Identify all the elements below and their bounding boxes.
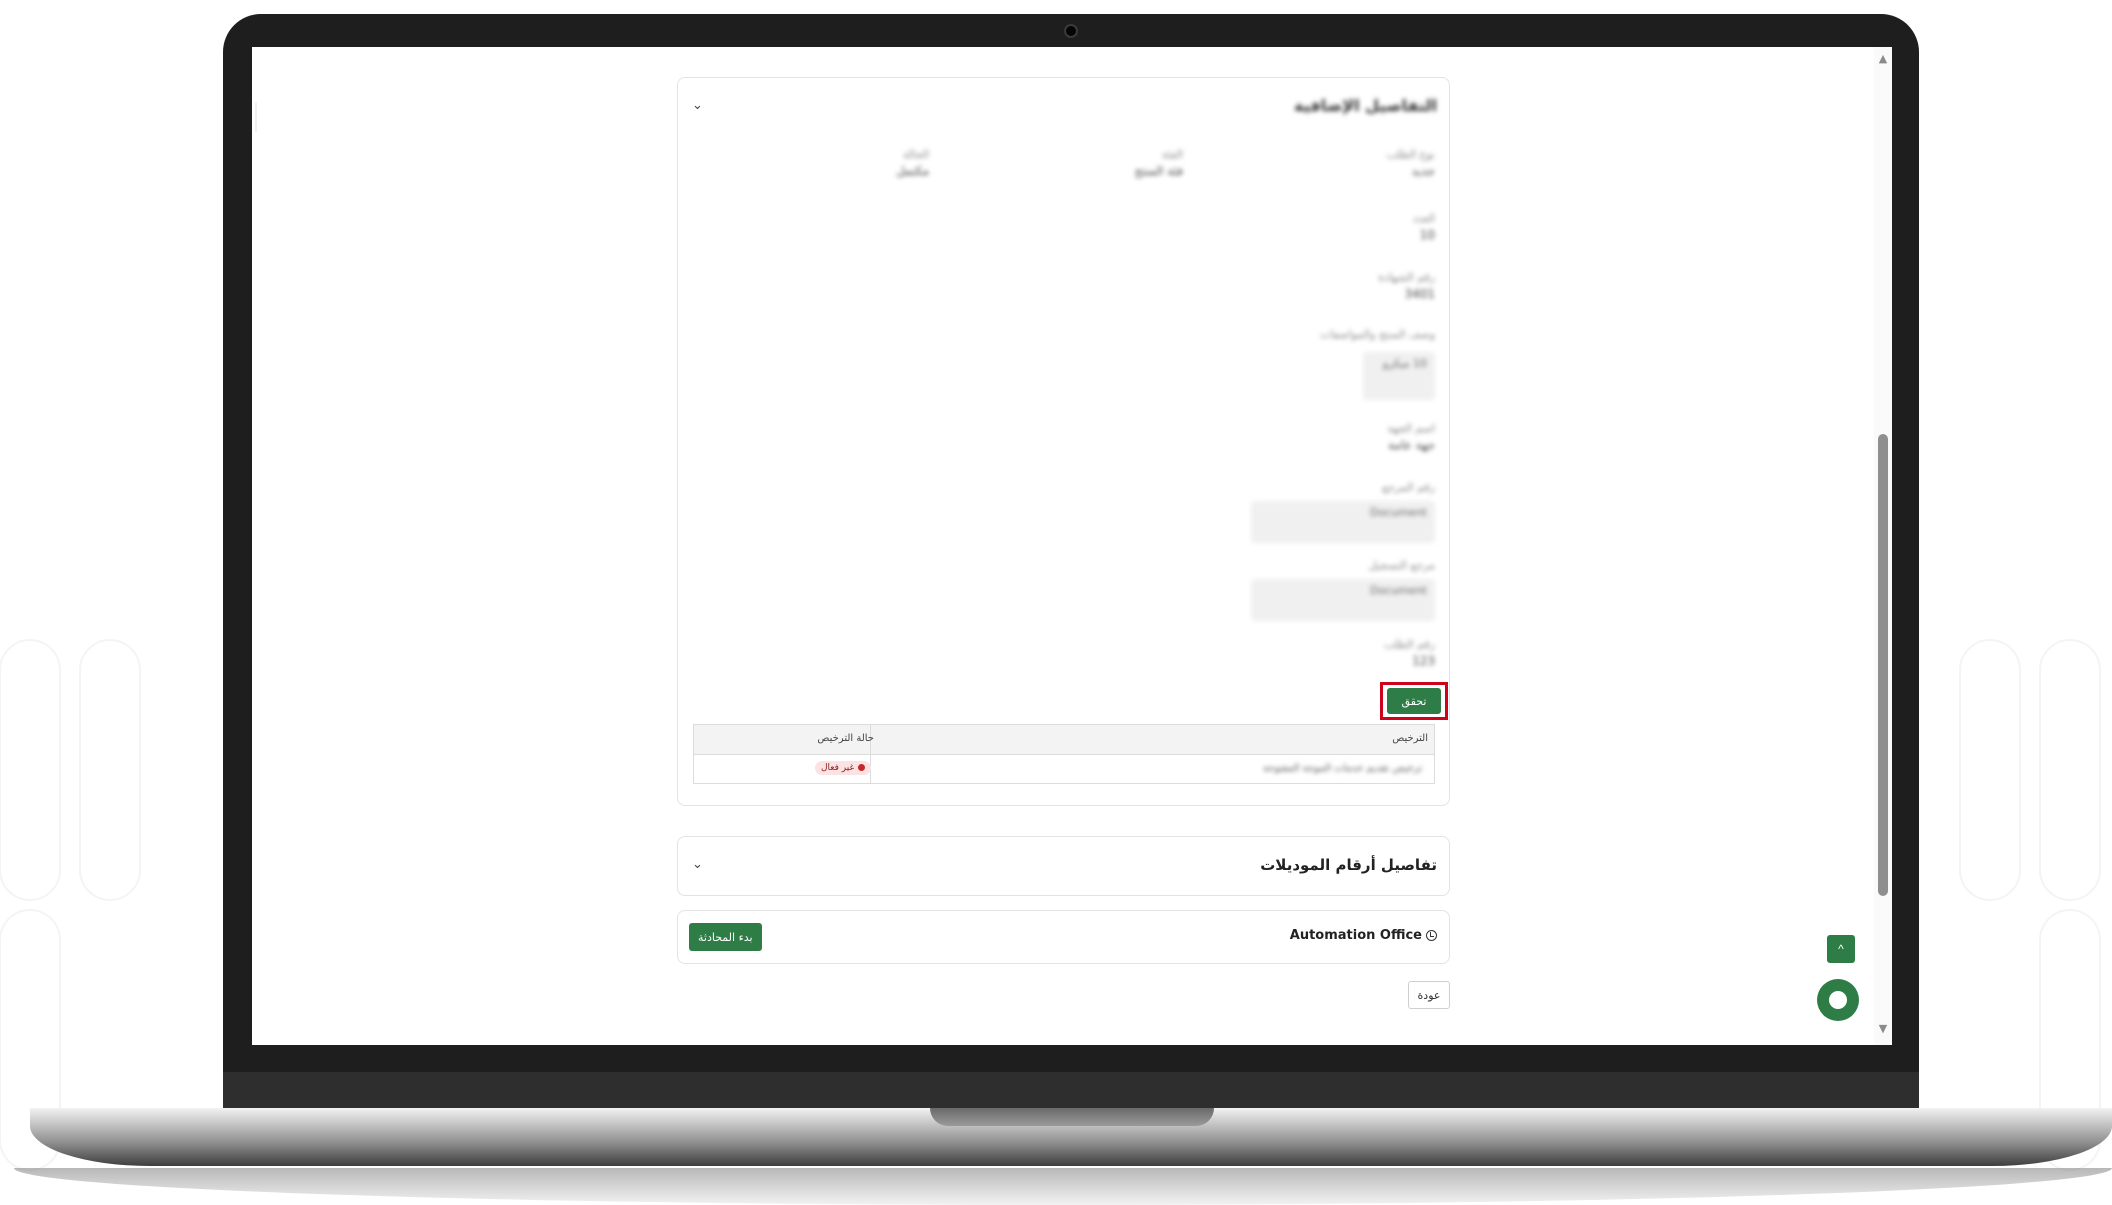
field-product-description: وصف المنتج والمواصفات — [1320, 328, 1435, 341]
section-title: التفاصيل الإضافية — [1294, 96, 1437, 115]
field-status: الحالة مكتمل — [896, 148, 929, 178]
collapse-chevron-icon[interactable]: ⌄ — [692, 98, 703, 113]
field-category: الفئة فئة المنتج — [1134, 148, 1183, 178]
header-license: الترخيص — [1392, 733, 1428, 744]
laptop-lid-bezel — [223, 1072, 1919, 1112]
models-details-card[interactable]: ⌄ تفاصيل أرقام الموديلات — [677, 836, 1450, 896]
product-description-box: 10 ميكرو — [1363, 352, 1435, 400]
license-table: الترخيص حالة الترخيص ترخيص تقديم خدمات ا… — [693, 724, 1435, 784]
status-badge: غير فعال — [815, 761, 872, 775]
field-entity-name: اسم الجهة جهة عامة — [1387, 422, 1435, 452]
chat-bubble-icon — [1829, 991, 1847, 1009]
clock-icon — [1426, 930, 1437, 941]
scrollbar-thumb[interactable] — [1878, 434, 1888, 896]
chat-card: Automation Office بدء المحادثة — [677, 910, 1450, 964]
license-table-header — [694, 725, 1434, 755]
header-license-status: حالة الترخيص — [817, 733, 874, 744]
chat-fab-button[interactable] — [1817, 979, 1859, 1021]
expand-chevron-icon[interactable]: ⌄ — [692, 857, 703, 872]
start-chat-button[interactable]: بدء المحادثة — [689, 923, 762, 951]
scrollbar[interactable]: ▲ ▼ — [1874, 47, 1892, 1045]
additional-details-card: ⌄ التفاصيل الإضافية نوع الطلب جديد الفئة… — [677, 77, 1450, 806]
scroll-down-arrow-icon[interactable]: ▼ — [1877, 1023, 1889, 1035]
license-name-cell: ترخيص تقديم خدمات الموجة المفتوحة — [1263, 763, 1422, 774]
field-count: العدد 10 — [1412, 212, 1435, 242]
field-reference-number: رقم المرجع — [1382, 481, 1435, 494]
office-name: Automation Office — [1289, 928, 1422, 943]
reference-document-box[interactable]: Document — [1251, 501, 1435, 543]
field-request-number: رقم الطلب 123 — [1383, 638, 1435, 668]
scroll-to-top-button[interactable]: ^ — [1827, 935, 1855, 963]
field-registration-reference: مرجع التسجيل — [1368, 559, 1435, 572]
verify-button[interactable]: تحقق — [1387, 688, 1441, 714]
models-section-title: تفاصيل أرقام الموديلات — [1260, 856, 1437, 874]
office-label: Automation Office — [1290, 928, 1437, 943]
laptop-notch — [930, 1108, 1214, 1126]
field-certificate-number: رقم الشهادة 3401 — [1378, 271, 1435, 301]
scroll-up-arrow-icon[interactable]: ▲ — [1877, 53, 1889, 65]
status-dot-icon — [858, 764, 866, 771]
field-request-type: نوع الطلب جديد — [1386, 148, 1435, 178]
edge-mark — [255, 102, 257, 132]
browser-viewport: ⌄ التفاصيل الإضافية نوع الطلب جديد الفئة… — [252, 47, 1892, 1045]
back-button[interactable]: عودة — [1408, 981, 1450, 1009]
camera-icon — [1064, 24, 1078, 38]
registration-document-box[interactable]: Document — [1251, 579, 1435, 621]
